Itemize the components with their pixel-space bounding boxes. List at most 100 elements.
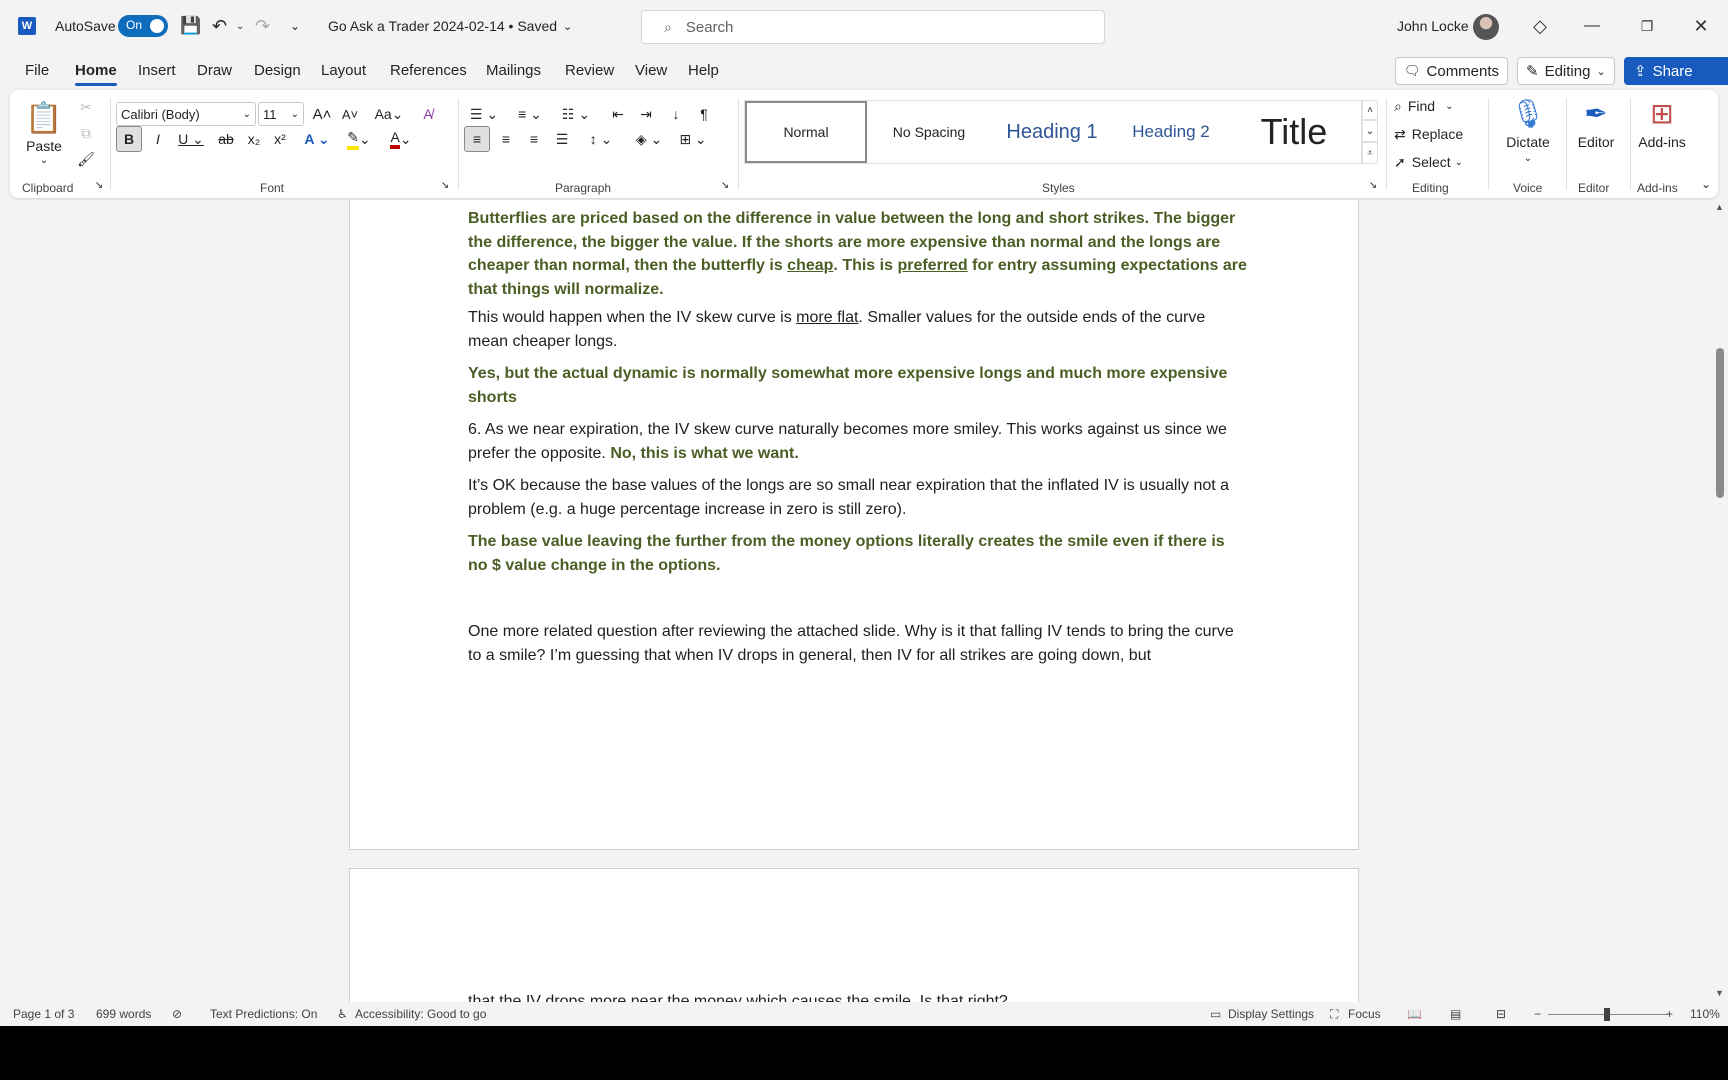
addins-grid-icon[interactable]: ⊞ <box>1640 94 1684 132</box>
shrink-font-icon[interactable]: A˅ <box>338 102 362 126</box>
bullets-icon[interactable]: ☰ ⌄ <box>464 102 504 126</box>
font-color-icon[interactable]: A ⌄ <box>382 126 420 152</box>
display-settings-icon[interactable]: ▭ <box>1210 1007 1221 1021</box>
italic-icon[interactable]: I <box>146 126 170 152</box>
document-page[interactable]: Butterflies are priced based on the diff… <box>349 200 1359 850</box>
paragraph[interactable]: It’s OK because the base values of the l… <box>468 474 1248 521</box>
paragraph-answer[interactable]: Yes, but the actual dynamic is normally … <box>468 362 1248 409</box>
decrease-indent-icon[interactable]: ⇤ <box>606 102 630 126</box>
font-size-select[interactable]: 11 ⌄ <box>258 102 304 126</box>
zoom-level[interactable]: 110% <box>1690 1007 1720 1021</box>
borders-icon[interactable]: ⊞ ⌄ <box>674 126 712 152</box>
text-predictions[interactable]: Text Predictions: On <box>210 1007 317 1021</box>
replace-button[interactable]: ⇄ Replace <box>1394 122 1484 146</box>
microphone-icon[interactable]: 🎙 <box>1500 94 1556 132</box>
zoom-in-icon[interactable]: + <box>1666 1007 1673 1021</box>
paste-icon[interactable]: 📋 <box>24 96 64 140</box>
editing-mode-button[interactable]: ✎ Editing ⌄ <box>1517 57 1615 85</box>
addins-button-label[interactable]: Add-ins <box>1630 132 1694 152</box>
change-case-icon[interactable]: Aa⌄ <box>372 102 406 126</box>
collapse-ribbon-icon[interactable]: ⌄ <box>1698 176 1714 192</box>
paragraph[interactable]: One more related question after reviewin… <box>468 620 1248 667</box>
increase-indent-icon[interactable]: ⇥ <box>634 102 658 126</box>
style-heading-1[interactable]: Heading 1 <box>991 101 1113 163</box>
dictate-label[interactable]: Dictate <box>1494 132 1562 152</box>
format-painter-icon[interactable]: 🖌 <box>75 148 97 170</box>
line-spacing-icon[interactable]: ↕ ⌄ <box>582 126 620 152</box>
proofing-icon[interactable]: ⊘ <box>172 1007 182 1021</box>
editor-button-label[interactable]: Editor <box>1568 132 1624 152</box>
dialog-launcher-icon[interactable]: ↘ <box>718 178 732 192</box>
style-no-spacing[interactable]: No Spacing <box>869 101 989 163</box>
dialog-launcher-icon[interactable]: ↘ <box>438 178 452 192</box>
styles-scroll-down-icon[interactable]: ⌄ <box>1362 120 1378 142</box>
scroll-down-icon[interactable]: ▼ <box>1715 988 1724 998</box>
align-center-icon[interactable]: ≡ <box>494 126 518 152</box>
style-heading-2[interactable]: Heading 2 <box>1115 101 1227 163</box>
restore-icon[interactable]: ❐ <box>1632 12 1662 40</box>
vertical-scrollbar[interactable]: ▲ ▼ <box>1712 200 1728 1002</box>
bold-icon[interactable]: B <box>116 126 142 152</box>
highlight-icon[interactable]: ✎ ⌄ <box>340 126 378 152</box>
underline-icon[interactable]: U ⌄ <box>174 126 208 152</box>
zoom-slider-handle[interactable] <box>1604 1008 1610 1021</box>
save-icon[interactable]: 💾 <box>180 0 201 52</box>
style-title[interactable]: Title <box>1229 101 1359 163</box>
tab-insert[interactable]: Insert <box>138 62 176 79</box>
document-canvas[interactable]: Butterflies are priced based on the diff… <box>0 200 1712 1002</box>
search-box[interactable]: ⌕ Search <box>641 10 1105 44</box>
accessibility-icon[interactable]: ♿ <box>337 1007 348 1021</box>
tab-view[interactable]: View <box>635 62 667 79</box>
avatar[interactable] <box>1473 14 1499 40</box>
superscript-icon[interactable]: x² <box>268 126 292 152</box>
accessibility-status[interactable]: Accessibility: Good to go <box>355 1007 486 1021</box>
web-layout-icon[interactable]: ⊟ <box>1496 1007 1506 1021</box>
dialog-launcher-icon[interactable]: ↘ <box>92 178 106 192</box>
text-effects-icon[interactable]: A ⌄ <box>300 126 334 152</box>
tab-design[interactable]: Design <box>254 62 301 79</box>
document-title[interactable]: Go Ask a Trader 2024-02-14 • Saved ⌄ <box>328 0 572 52</box>
autosave-toggle[interactable]: On <box>118 15 168 37</box>
select-button[interactable]: ➚ Select ⌄ <box>1394 150 1484 174</box>
document-page[interactable]: that the IV drops more near the money wh… <box>349 868 1359 1002</box>
paragraph-answer[interactable]: Butterflies are priced based on the diff… <box>468 207 1248 301</box>
page-count[interactable]: Page 1 of 3 <box>13 1007 74 1021</box>
word-count[interactable]: 699 words <box>96 1007 151 1021</box>
undo-icon[interactable]: ↶ <box>212 0 227 52</box>
display-settings[interactable]: Display Settings <box>1228 1007 1314 1021</box>
scrollbar-thumb[interactable] <box>1716 348 1724 498</box>
subscript-icon[interactable]: x₂ <box>242 126 266 152</box>
undo-dropdown-icon[interactable]: ⌄ <box>236 0 244 52</box>
numbering-icon[interactable]: ≡ ⌄ <box>510 102 550 126</box>
styles-more-icon[interactable]: ⩡ <box>1362 142 1378 164</box>
tab-draw[interactable]: Draw <box>197 62 232 79</box>
paragraph[interactable]: that the IV drops more near the money wh… <box>468 990 1248 1002</box>
tab-home[interactable]: Home <box>75 62 117 86</box>
read-mode-icon[interactable]: 📖 <box>1407 1007 1422 1021</box>
style-normal[interactable]: Normal <box>745 101 867 163</box>
editor-pen-icon[interactable]: ✒ <box>1574 94 1618 132</box>
paragraph[interactable]: This would happen when the IV skew curve… <box>468 306 1248 353</box>
find-button[interactable]: ⌕ Find ⌄ <box>1394 94 1484 118</box>
clear-formatting-icon[interactable]: A̸ <box>416 102 440 126</box>
premium-diamond-icon[interactable]: ◇ <box>1525 12 1555 40</box>
chevron-down-icon[interactable]: ⌄ <box>36 154 52 166</box>
align-left-icon[interactable]: ≡ <box>464 126 490 152</box>
show-formatting-icon[interactable]: ¶ <box>692 102 716 126</box>
paragraph[interactable]: 6. As we near expiration, the IV skew cu… <box>468 418 1248 465</box>
print-layout-icon[interactable]: ▤ <box>1450 1007 1461 1021</box>
font-name-select[interactable]: Calibri (Body) ⌄ <box>116 102 256 126</box>
dialog-launcher-icon[interactable]: ↘ <box>1366 178 1380 192</box>
focus-mode[interactable]: Focus <box>1348 1007 1381 1021</box>
justify-icon[interactable]: ☰ <box>550 126 574 152</box>
grow-font-icon[interactable]: A˄ <box>310 102 334 126</box>
tab-references[interactable]: References <box>390 62 467 79</box>
styles-scroll-up-icon[interactable]: ˄ <box>1362 100 1378 120</box>
strikethrough-icon[interactable]: ab <box>214 126 238 152</box>
share-button[interactable]: ⇪ Share ⌄ <box>1624 57 1728 85</box>
multilevel-list-icon[interactable]: ☷ ⌄ <box>556 102 596 126</box>
redo-icon[interactable]: ↷ <box>255 0 270 52</box>
scroll-up-icon[interactable]: ▲ <box>1715 202 1724 212</box>
tab-review[interactable]: Review <box>565 62 614 79</box>
minimize-icon[interactable]: — <box>1577 12 1607 40</box>
